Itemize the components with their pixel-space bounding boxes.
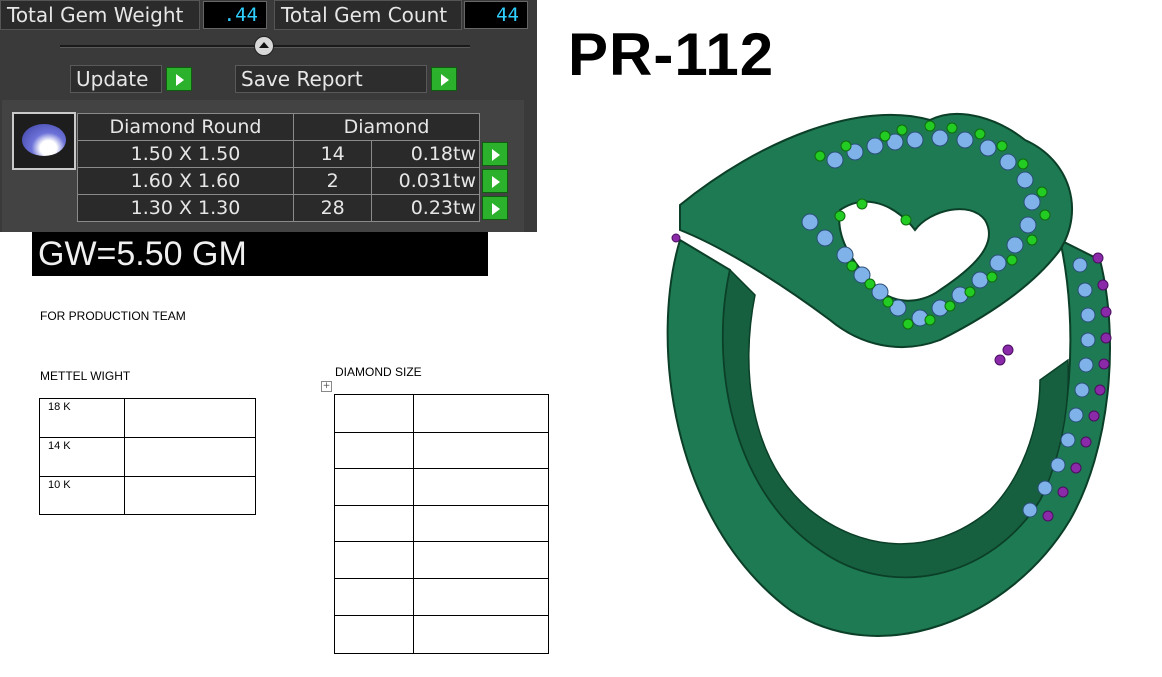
gem-size: 1.30 X 1.30 [77, 194, 294, 222]
save-report-play-icon[interactable] [431, 67, 457, 91]
table-row: 14 K [39, 437, 256, 477]
row-play-icon[interactable] [482, 141, 508, 166]
gross-weight-banner: GW=5.50 GM [32, 232, 488, 276]
gem-table-area: Diamond Round Diamond 1.50 X 1.50 14 0.1… [2, 100, 524, 232]
total-gem-count-value: 44 [464, 1, 528, 29]
row-play-icon[interactable] [482, 195, 508, 220]
table-row [334, 541, 549, 579]
diamond-qty-cell[interactable] [413, 578, 549, 616]
table-row [334, 394, 549, 433]
metal-weight-heading: METTEL WIGHT [40, 369, 131, 383]
update-play-icon[interactable] [166, 67, 192, 91]
diamond-size-table [334, 394, 549, 654]
metal-weight-table: 18 K 14 K 10 K [39, 398, 256, 515]
diamond-size-cell[interactable] [334, 615, 414, 654]
collapse-arrow-icon[interactable] [254, 36, 274, 56]
gem-row: 1.50 X 1.50 14 0.18tw [77, 140, 510, 168]
diamond-qty-cell[interactable] [413, 505, 549, 542]
diamond-qty-cell[interactable] [413, 432, 549, 469]
diamond-size-cell[interactable] [334, 432, 414, 469]
diamond-qty-cell[interactable] [413, 394, 549, 433]
metal-weight-cell[interactable] [124, 476, 256, 515]
gem-report-panel: Total Gem Weight .44 Total Gem Count 44 … [0, 0, 537, 232]
gem-row: 1.60 X 1.60 2 0.031tw [77, 167, 510, 195]
header-diamond-round: Diamond Round [77, 113, 294, 141]
gem-weight: 0.031tw [371, 167, 480, 195]
metal-weight-cell[interactable] [124, 437, 256, 477]
gem-count: 28 [292, 194, 373, 222]
diamond-size-cell[interactable] [334, 468, 414, 506]
ring-3d-render [666, 112, 1112, 637]
gem-weight: 0.23tw [371, 194, 480, 222]
table-move-handle-icon[interactable]: + [321, 381, 332, 392]
diamond-qty-cell[interactable] [413, 541, 549, 579]
gem-size: 1.50 X 1.50 [77, 140, 294, 168]
diamond-qty-cell[interactable] [413, 615, 549, 654]
metal-karat: 10 K [39, 476, 125, 515]
product-code-title: PR-112 [568, 21, 775, 88]
gem-count: 2 [292, 167, 373, 195]
diamond-size-cell[interactable] [334, 578, 414, 616]
table-row [334, 578, 549, 616]
gem-size: 1.60 X 1.60 [77, 167, 294, 195]
diamond-size-cell[interactable] [334, 394, 414, 433]
table-row [334, 468, 549, 506]
metal-weight-cell[interactable] [124, 398, 256, 438]
gem-table-header: Diamond Round Diamond [77, 113, 510, 141]
production-heading: FOR PRODUCTION TEAM [40, 309, 186, 323]
diamond-size-cell[interactable] [334, 541, 414, 579]
total-gem-weight-value: .44 [203, 1, 267, 29]
diamond-size-heading: DIAMOND SIZE [335, 365, 422, 379]
metal-karat: 14 K [39, 437, 125, 477]
save-report-button[interactable]: Save Report [235, 65, 427, 93]
round-diamond-thumbnail-icon [12, 112, 76, 170]
header-diamond: Diamond [293, 113, 480, 141]
table-row [334, 505, 549, 542]
gem-table: Diamond Round Diamond 1.50 X 1.50 14 0.1… [77, 113, 510, 222]
gem-weight: 0.18tw [371, 140, 480, 168]
table-row [334, 432, 549, 469]
gem-row: 1.30 X 1.30 28 0.23tw [77, 194, 510, 222]
table-row [334, 615, 549, 654]
table-row: 10 K [39, 476, 256, 515]
gem-count: 14 [292, 140, 373, 168]
row-play-icon[interactable] [482, 168, 508, 193]
diamond-qty-cell[interactable] [413, 468, 549, 506]
total-gem-weight-label: Total Gem Weight [0, 0, 200, 30]
metal-karat: 18 K [39, 398, 125, 438]
update-button[interactable]: Update [70, 65, 162, 93]
total-gem-count-label: Total Gem Count [274, 0, 462, 30]
table-row: 18 K [39, 398, 256, 438]
diamond-size-cell[interactable] [334, 505, 414, 542]
